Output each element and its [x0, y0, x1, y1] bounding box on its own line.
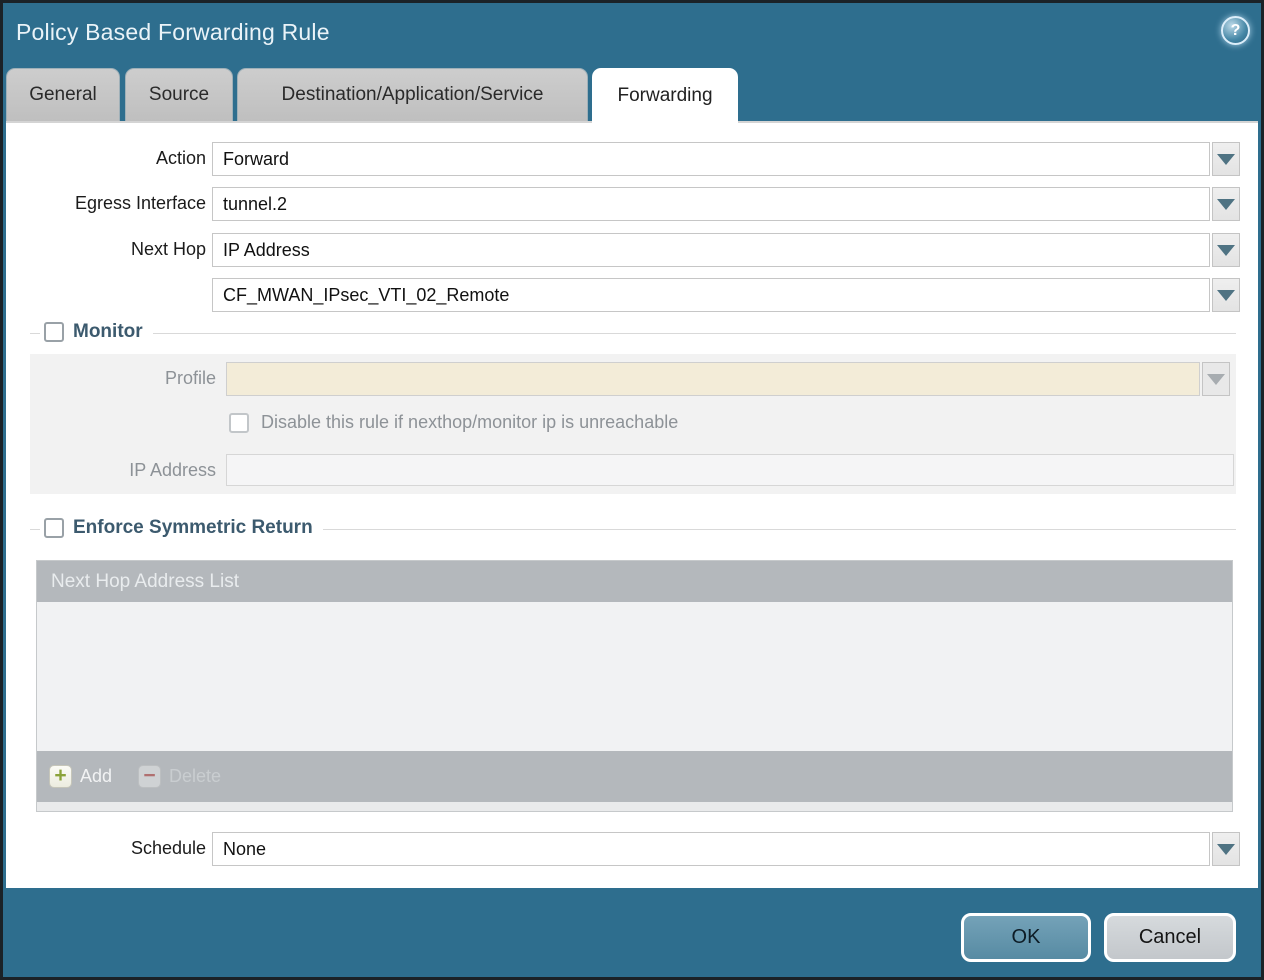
- egress-interface-dropdown-button[interactable]: [1212, 187, 1240, 221]
- cancel-button[interactable]: Cancel: [1104, 913, 1236, 962]
- help-icon[interactable]: ?: [1221, 16, 1250, 45]
- next-hop-value: IP Address: [223, 240, 310, 261]
- next-hop-dropdown-button[interactable]: [1212, 233, 1240, 267]
- delete-button: Delete: [138, 765, 221, 788]
- monitor-legend-label: Monitor: [73, 321, 143, 343]
- add-button-label: Add: [80, 766, 112, 787]
- next-hop-address-value: CF_MWAN_IPsec_VTI_02_Remote: [223, 285, 509, 306]
- symmetric-return-legend: Enforce Symmetric Return: [40, 517, 323, 539]
- delete-button-label: Delete: [169, 766, 221, 787]
- chevron-down-icon: [1217, 844, 1235, 855]
- chevron-down-icon: [1217, 199, 1235, 210]
- tab-label: Destination/Application/Service: [282, 84, 544, 106]
- table-bottom-strip: [37, 802, 1232, 811]
- ok-button[interactable]: OK: [961, 913, 1091, 962]
- tab-destination-application-service[interactable]: Destination/Application/Service: [237, 68, 588, 121]
- profile-dropdown-button: [1202, 362, 1230, 396]
- symmetric-return-legend-label: Enforce Symmetric Return: [73, 517, 313, 539]
- ok-button-label: OK: [1012, 926, 1041, 949]
- table-header-next-hop-address-list: Next Hop Address List: [51, 571, 239, 593]
- disable-rule-checkbox: [229, 413, 249, 433]
- disable-rule-label: Disable this rule if nexthop/monitor ip …: [261, 412, 678, 433]
- action-select[interactable]: Forward: [212, 142, 1210, 176]
- tab-general[interactable]: General: [6, 68, 120, 121]
- tab-label: Source: [149, 84, 209, 106]
- monitor-ip-address-label: IP Address: [16, 460, 216, 481]
- egress-interface-value: tunnel.2: [223, 194, 287, 215]
- tab-label: Forwarding: [617, 85, 712, 107]
- add-button[interactable]: Add: [49, 765, 112, 788]
- monitor-checkbox[interactable]: [44, 322, 64, 342]
- table-header-row: Next Hop Address List: [37, 561, 1232, 602]
- monitor-legend: Monitor: [40, 321, 153, 343]
- profile-select: [226, 362, 1200, 396]
- schedule-label: Schedule: [6, 838, 206, 859]
- monitor-ip-address-input: [226, 454, 1234, 486]
- next-hop-select[interactable]: IP Address: [212, 233, 1210, 267]
- action-label: Action: [6, 148, 206, 169]
- profile-label: Profile: [16, 368, 216, 389]
- next-hop-address-dropdown-button[interactable]: [1212, 278, 1240, 312]
- schedule-select[interactable]: None: [212, 832, 1210, 866]
- cancel-button-label: Cancel: [1139, 926, 1201, 949]
- dialog-title: Policy Based Forwarding Rule: [16, 19, 330, 46]
- chevron-down-icon: [1207, 374, 1225, 385]
- chevron-down-icon: [1217, 290, 1235, 301]
- action-dropdown-button[interactable]: [1212, 142, 1240, 176]
- disable-rule-row: Disable this rule if nexthop/monitor ip …: [229, 412, 678, 433]
- next-hop-address-select[interactable]: CF_MWAN_IPsec_VTI_02_Remote: [212, 278, 1210, 312]
- egress-interface-select[interactable]: tunnel.2: [212, 187, 1210, 221]
- minus-icon: [138, 765, 161, 788]
- plus-icon: [49, 765, 72, 788]
- action-value: Forward: [223, 149, 289, 170]
- egress-interface-label: Egress Interface: [6, 193, 206, 214]
- chevron-down-icon: [1217, 154, 1235, 165]
- table-toolbar: Add Delete: [37, 751, 1232, 802]
- schedule-dropdown-button[interactable]: [1212, 832, 1240, 866]
- symmetric-return-checkbox[interactable]: [44, 518, 64, 538]
- next-hop-address-table: Next Hop Address List Add Delete: [36, 560, 1233, 812]
- policy-based-forwarding-dialog: Policy Based Forwarding Rule ? General S…: [0, 0, 1264, 980]
- tab-label: General: [29, 84, 97, 106]
- next-hop-label: Next Hop: [6, 239, 206, 260]
- monitor-fieldset-line: [30, 333, 1236, 334]
- schedule-value: None: [223, 839, 266, 860]
- forwarding-tab-panel: Action Forward Egress Interface tunnel.2…: [6, 121, 1258, 888]
- tab-source[interactable]: Source: [125, 68, 233, 121]
- tab-forwarding[interactable]: Forwarding: [592, 68, 738, 124]
- table-body[interactable]: [37, 602, 1232, 751]
- chevron-down-icon: [1217, 245, 1235, 256]
